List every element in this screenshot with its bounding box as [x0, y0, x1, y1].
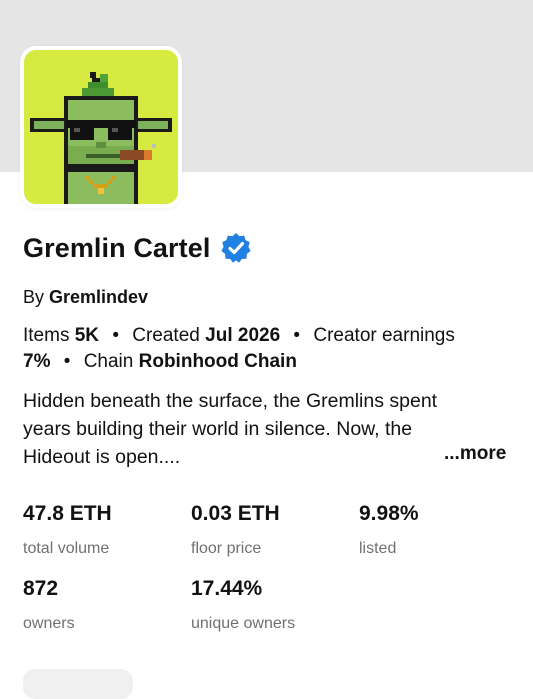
- collection-avatar[interactable]: [20, 46, 182, 208]
- stat-value: 9.98%: [359, 502, 419, 525]
- stat-unique-owners: 17.44% unique owners: [191, 577, 295, 633]
- created-value: Jul 2026: [205, 325, 281, 346]
- stat-total-volume: 47.8 ETH total volume: [23, 502, 112, 558]
- earnings-label: Creator earnings: [313, 325, 455, 346]
- stat-label: listed: [359, 540, 397, 557]
- stat-label: owners: [23, 615, 75, 632]
- stat-floor-price: 0.03 ETH floor price: [191, 502, 280, 558]
- meta-separator: •: [293, 325, 301, 346]
- stat-label: unique owners: [191, 615, 296, 632]
- stat-value: 17.44%: [191, 577, 263, 600]
- stat-value: 47.8 ETH: [23, 502, 112, 525]
- description-line: Hideout is open....: [23, 446, 181, 468]
- collection-title: Gremlin Cartel: [23, 232, 211, 263]
- by-prefix: By: [23, 287, 45, 307]
- earnings-value: 7%: [23, 351, 51, 372]
- items-label: Items: [23, 325, 70, 346]
- created-label: Created: [132, 325, 200, 346]
- collection-description: Hidden beneath the surface, the Gremlins…: [23, 387, 493, 471]
- stat-listed: 9.98% listed: [359, 502, 419, 558]
- stat-label: floor price: [191, 540, 262, 557]
- chain-value: Robinhood Chain: [138, 351, 297, 372]
- action-button-partial[interactable]: [23, 669, 133, 699]
- collection-meta: Items 5K • Created Jul 2026 • Creator ea…: [23, 323, 513, 375]
- description-line: Hidden beneath the surface, the Gremlins…: [23, 390, 438, 412]
- chain-label: Chain: [83, 351, 134, 372]
- verified-badge-icon[interactable]: [220, 232, 252, 264]
- creator-line: By Gremlindev: [23, 287, 148, 308]
- stat-value: 0.03 ETH: [191, 502, 280, 525]
- stat-owners: 872 owners: [23, 577, 75, 633]
- gremlin-pixel-art: [24, 50, 178, 204]
- collection-title-row: Gremlin Cartel: [23, 232, 252, 264]
- meta-separator: •: [63, 351, 71, 372]
- read-more-button[interactable]: ...more: [444, 443, 506, 465]
- meta-separator: •: [112, 325, 119, 346]
- items-value: 5K: [74, 325, 100, 346]
- stat-value: 872: [23, 577, 59, 600]
- creator-link[interactable]: Gremlindev: [49, 287, 148, 307]
- stat-label: total volume: [23, 540, 110, 557]
- description-line: years building their world in silence. N…: [23, 418, 413, 440]
